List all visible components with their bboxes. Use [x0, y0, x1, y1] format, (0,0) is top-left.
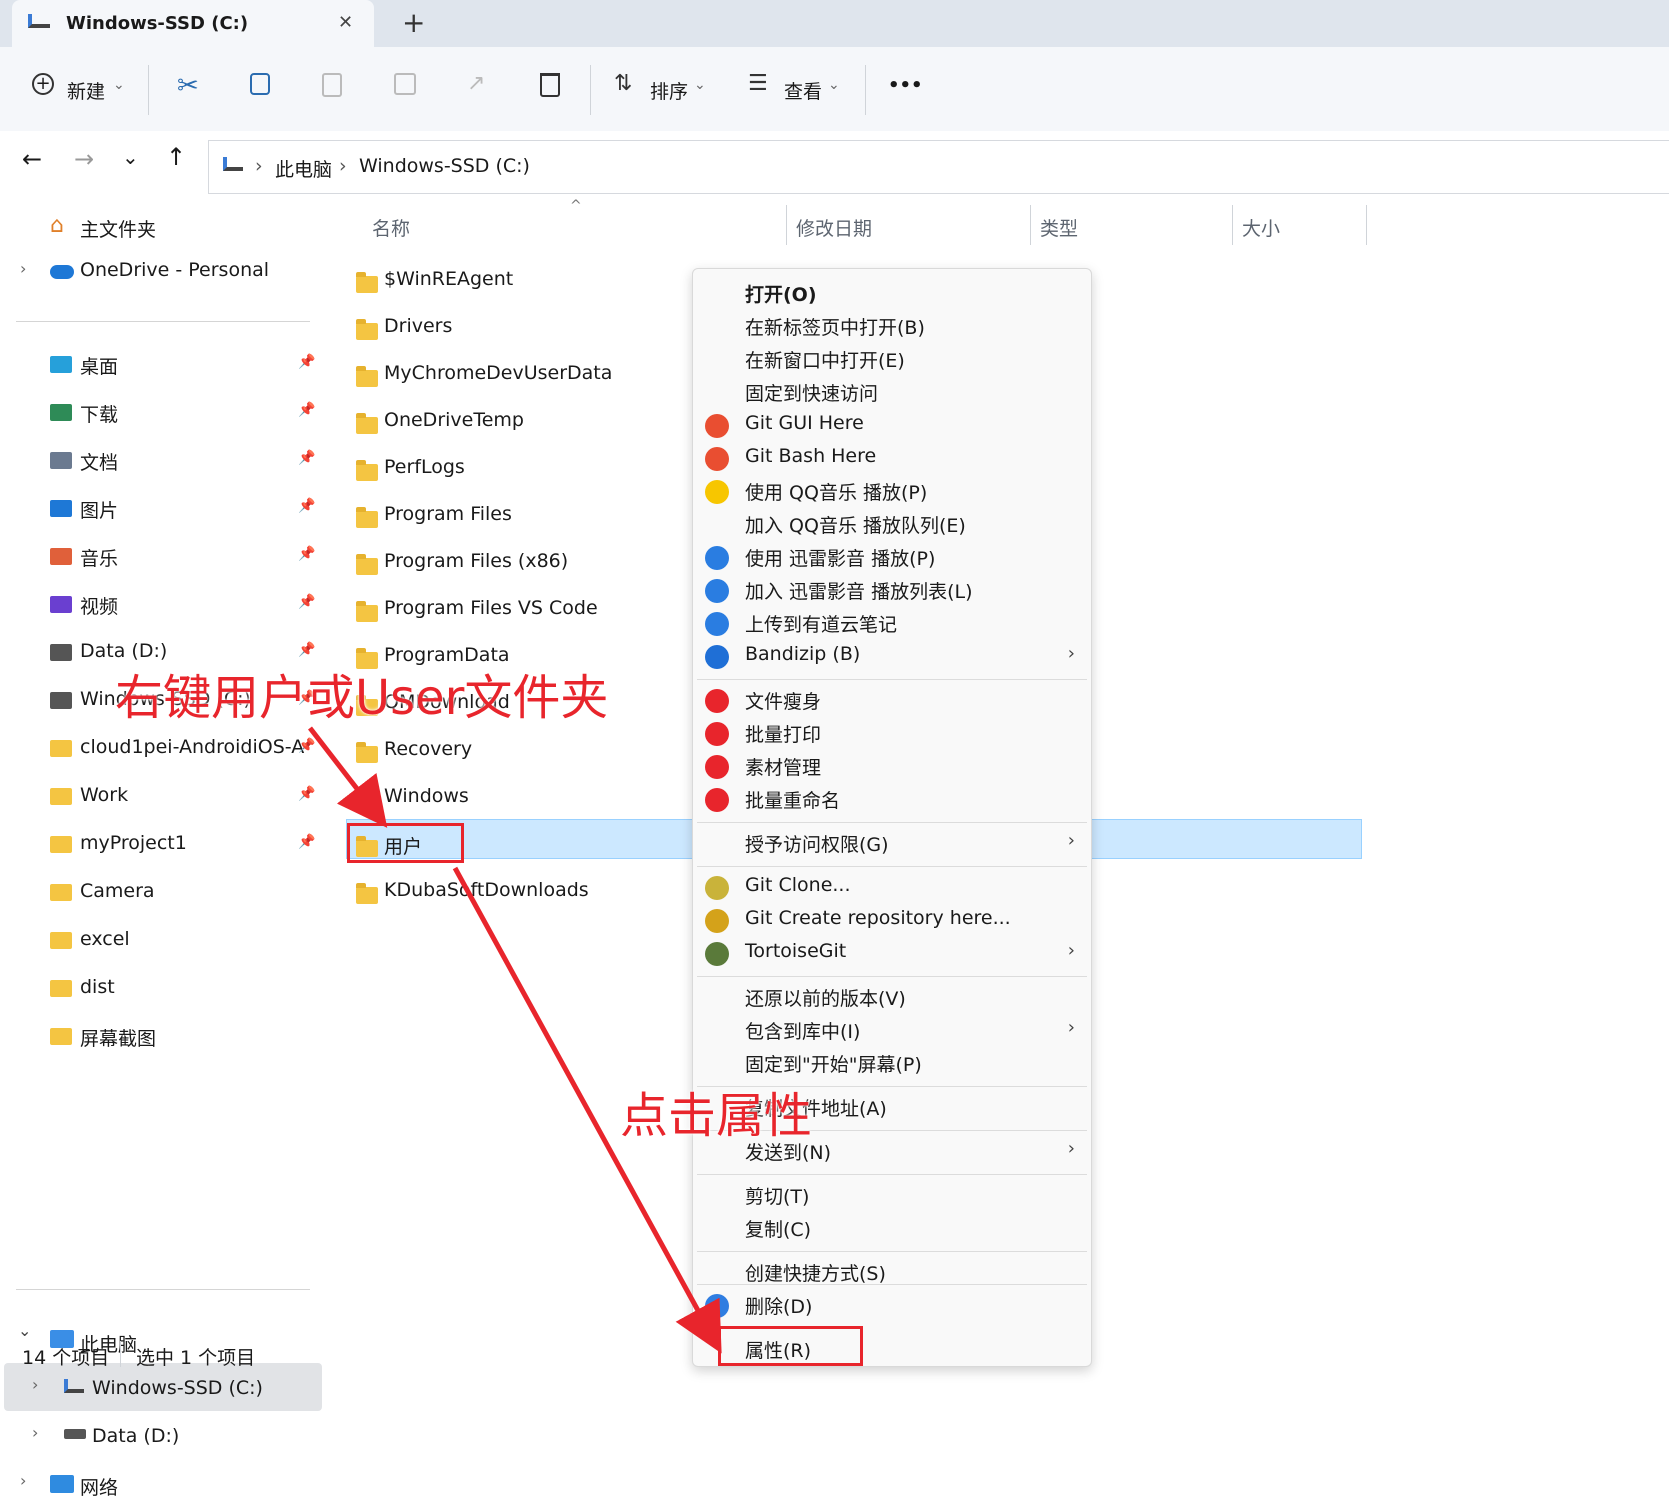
item-count: 14 个项目	[22, 1347, 110, 1369]
sidebar-item-label: Windows-SSD (C:)	[92, 1377, 263, 1399]
selection-count: 选中 1 个项目	[136, 1347, 256, 1369]
network-icon	[50, 1475, 74, 1493]
chevron-right-icon[interactable]: ›	[20, 1471, 26, 1490]
status-bar: 14 个项目 选中 1 个项目	[0, 1337, 1669, 1370]
drive-icon	[64, 1379, 84, 1393]
sidebar-item-network[interactable]: 网络	[80, 1473, 118, 1500]
sidebar-item-d-drive[interactable]: Data (D:)	[92, 1425, 179, 1447]
drive-icon	[64, 1429, 86, 1439]
annotation-arrows	[308, 726, 722, 1354]
chevron-right-icon[interactable]: ›	[32, 1375, 38, 1394]
chevron-right-icon[interactable]: ›	[32, 1423, 38, 1442]
arrow-to-properties	[452, 866, 722, 1354]
arrow-to-user-folder	[308, 726, 388, 828]
